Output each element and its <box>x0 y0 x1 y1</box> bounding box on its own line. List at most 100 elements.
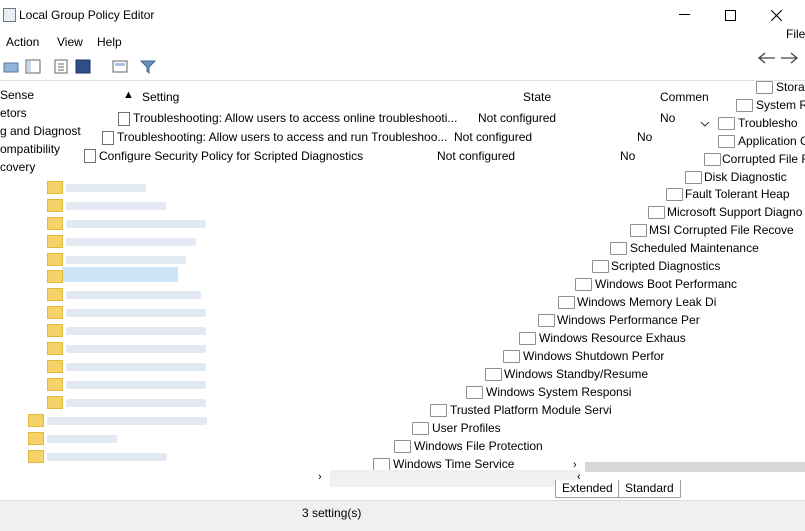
menu-help[interactable]: Help <box>97 35 122 49</box>
explorer-item[interactable]: Trusted Platform Module Servi <box>450 403 612 417</box>
folder-icon <box>394 440 411 453</box>
explorer-item[interactable]: Windows Time Service <box>393 457 514 471</box>
tree-item-blur <box>66 327 206 335</box>
folder-icon <box>47 342 63 355</box>
explorer-item[interactable]: Windows System Responsi <box>486 385 631 399</box>
row-setting[interactable]: Configure Security Policy for Scripted D… <box>99 149 363 163</box>
tree-item-recovery[interactable]: covery <box>0 160 35 174</box>
tab-extended[interactable]: Extended <box>555 480 620 498</box>
nav-back-icon[interactable] <box>757 51 777 68</box>
row-state: Not configured <box>454 130 533 144</box>
folder-icon <box>28 414 44 427</box>
explorer-item[interactable]: Windows File Protection <box>414 439 543 453</box>
explorer-item[interactable]: User Profiles <box>432 421 501 435</box>
folder-icon <box>704 153 721 166</box>
explorer-item[interactable]: Microsoft Support Diagno <box>667 205 802 219</box>
folder-icon <box>503 350 520 363</box>
explorer-item[interactable]: Scheduled Maintenance <box>630 241 759 255</box>
explorer-item[interactable]: Windows Resource Exhaus <box>539 331 686 345</box>
tree-item-blur <box>66 184 146 192</box>
properties-icon[interactable] <box>54 59 70 74</box>
show-hide-tree-icon[interactable] <box>25 59 41 74</box>
explorer-item[interactable]: Windows Standby/Resume <box>504 367 648 381</box>
tree-item-blur <box>66 399 206 407</box>
tree-item-etors[interactable]: etors <box>0 106 27 120</box>
export-list-icon[interactable] <box>112 59 128 74</box>
policy-setting-icon <box>102 131 114 145</box>
policy-setting-icon <box>118 112 130 126</box>
folder-icon <box>28 450 44 463</box>
tree-item-blur <box>47 435 117 443</box>
tree-item-blur <box>47 417 207 425</box>
scrollbar-thumb[interactable] <box>585 462 805 472</box>
folder-icon <box>47 324 63 337</box>
folder-icon <box>648 206 665 219</box>
maximize-button[interactable] <box>707 0 753 30</box>
folder-icon <box>610 242 627 255</box>
scroll-right-icon[interactable]: › <box>573 459 577 471</box>
tree-item-troubleshooting[interactable]: g and Diagnost <box>0 124 81 138</box>
folder-icon <box>666 188 683 201</box>
column-state[interactable]: State <box>523 90 551 104</box>
folder-icon <box>756 81 773 94</box>
explorer-item-scripted-diagnostics[interactable]: Scripted Diagnostics <box>611 259 720 273</box>
folder-icon <box>592 260 609 273</box>
folder-icon <box>47 217 63 230</box>
explorer-item[interactable]: MSI Corrupted File Recove <box>649 223 794 237</box>
nav-forward-icon[interactable] <box>779 51 799 68</box>
tree-item-compatibility[interactable]: ompatibility <box>0 142 60 156</box>
folder-icon <box>575 278 592 291</box>
status-bar <box>0 500 805 531</box>
row-setting[interactable]: Troubleshooting: Allow users to access o… <box>133 111 457 125</box>
folder-icon <box>47 270 63 283</box>
tab-standard[interactable]: Standard <box>618 480 681 498</box>
menu-view[interactable]: View <box>57 35 83 49</box>
folder-icon <box>47 306 63 319</box>
app-icon <box>3 8 16 22</box>
explorer-item[interactable]: Application C <box>738 134 805 148</box>
tree-item-blur <box>66 220 206 228</box>
row-state: Not configured <box>437 149 516 163</box>
explorer-item[interactable]: Fault Tolerant Heap <box>685 187 790 201</box>
explorer-item[interactable]: Windows Boot Performanc <box>595 277 737 291</box>
folder-icon <box>47 396 63 409</box>
folder-icon <box>47 253 63 266</box>
menu-action[interactable]: Action <box>6 35 39 49</box>
folder-icon <box>47 360 63 373</box>
row-setting[interactable]: Troubleshooting: Allow users to access a… <box>117 130 447 144</box>
close-button[interactable] <box>753 0 799 30</box>
folder-icon <box>47 181 63 194</box>
folder-icon <box>28 432 44 445</box>
scroll-right-icon[interactable]: › <box>318 471 322 483</box>
window-title: Local Group Policy Editor <box>19 8 155 22</box>
explorer-item[interactable]: Storag <box>776 80 805 94</box>
help-icon[interactable] <box>75 59 91 74</box>
row-state: Not configured <box>478 111 557 125</box>
minimize-button[interactable] <box>661 0 707 30</box>
folder-icon <box>736 99 753 112</box>
folder-icon <box>47 235 63 248</box>
folder-icon <box>466 386 483 399</box>
tree-item-blur <box>66 238 196 246</box>
explorer-item[interactable]: Corrupted File R <box>722 152 805 166</box>
chevron-down-icon[interactable] <box>700 116 710 130</box>
row-comment: No <box>637 130 653 144</box>
folder-icon <box>718 117 735 130</box>
close-icon <box>770 9 782 21</box>
explorer-item[interactable]: Windows Performance Per <box>557 313 700 327</box>
explorer-item[interactable]: Windows Shutdown Perfor <box>523 349 664 363</box>
explorer-item[interactable]: System R <box>756 98 805 112</box>
explorer-item[interactable]: Troublesho <box>738 116 798 130</box>
explorer-item[interactable]: Disk Diagnostic <box>704 170 787 184</box>
tree-item-blur <box>66 345 206 353</box>
explorer-item[interactable]: Windows Memory Leak Di <box>577 295 716 309</box>
tree-selection[interactable] <box>62 267 178 282</box>
back-icon[interactable] <box>3 59 19 74</box>
column-comment[interactable]: Commen <box>660 90 709 104</box>
filter-icon[interactable] <box>139 59 157 75</box>
tree-item-blur <box>66 309 206 317</box>
folder-icon <box>412 422 429 435</box>
folder-icon <box>630 224 647 237</box>
tree-item-sense[interactable]: Sense <box>0 88 34 102</box>
column-setting[interactable]: Setting <box>142 90 179 104</box>
